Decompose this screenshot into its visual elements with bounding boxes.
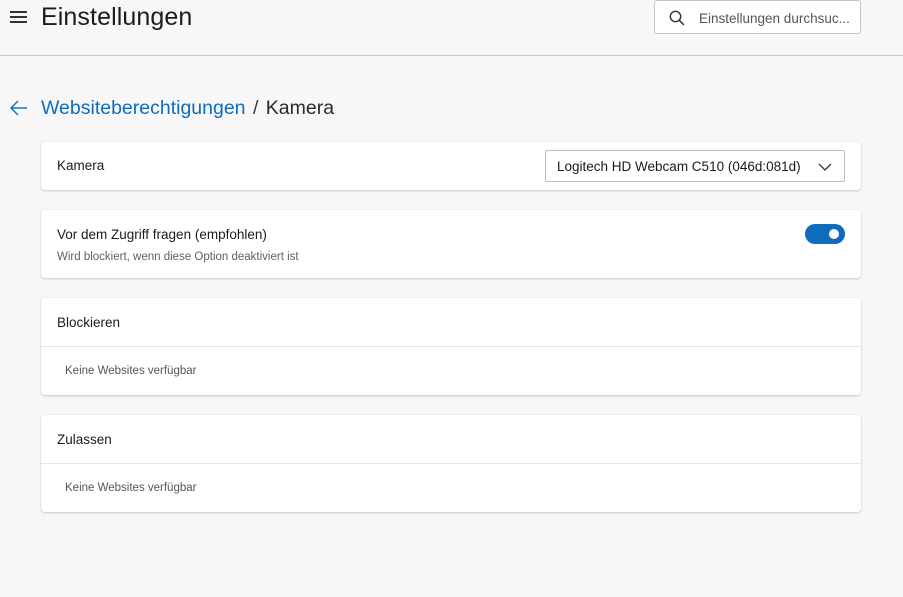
search-icon	[669, 10, 685, 26]
arrow-left-icon[interactable]	[9, 99, 29, 117]
block-empty-text: Keine Websites verfügbar	[65, 365, 197, 377]
camera-label: Kamera	[57, 158, 105, 173]
ask-before-access-label: Vor dem Zugriff fragen (empfohlen)	[57, 227, 267, 242]
allow-section-card: Zulassen Keine Websites verfügbar	[41, 415, 861, 512]
camera-device-dropdown[interactable]: Logitech HD Webcam C510 (046d:081d)	[545, 150, 845, 182]
breadcrumb-link-site-permissions[interactable]: Websiteberechtigungen	[41, 97, 246, 119]
camera-select-card: Kamera Logitech HD Webcam C510 (046d:081…	[41, 142, 861, 190]
divider	[41, 463, 861, 464]
breadcrumb: Websiteberechtigungen / Kamera	[41, 97, 334, 120]
ask-before-access-description: Wird blockiert, wenn diese Option deakti…	[57, 251, 299, 263]
hamburger-menu-icon[interactable]	[9, 9, 29, 25]
allow-section-title: Zulassen	[57, 432, 112, 447]
ask-before-access-toggle[interactable]	[805, 224, 845, 244]
search-input[interactable]	[699, 7, 855, 29]
breadcrumb-separator: /	[252, 97, 259, 119]
settings-header: Einstellungen	[0, 0, 903, 56]
camera-device-value: Logitech HD Webcam C510 (046d:081d)	[557, 159, 801, 174]
toggle-knob	[829, 229, 839, 239]
search-box[interactable]	[654, 0, 861, 34]
breadcrumb-current: Kamera	[265, 97, 335, 119]
page-title: Einstellungen	[41, 3, 193, 31]
allow-empty-text: Keine Websites verfügbar	[65, 482, 197, 494]
ask-before-access-card: Vor dem Zugriff fragen (empfohlen) Wird …	[41, 210, 861, 278]
block-section-title: Blockieren	[57, 315, 121, 330]
block-section-card: Blockieren Keine Websites verfügbar	[41, 298, 861, 395]
divider	[41, 346, 861, 347]
chevron-down-icon	[818, 163, 832, 171]
